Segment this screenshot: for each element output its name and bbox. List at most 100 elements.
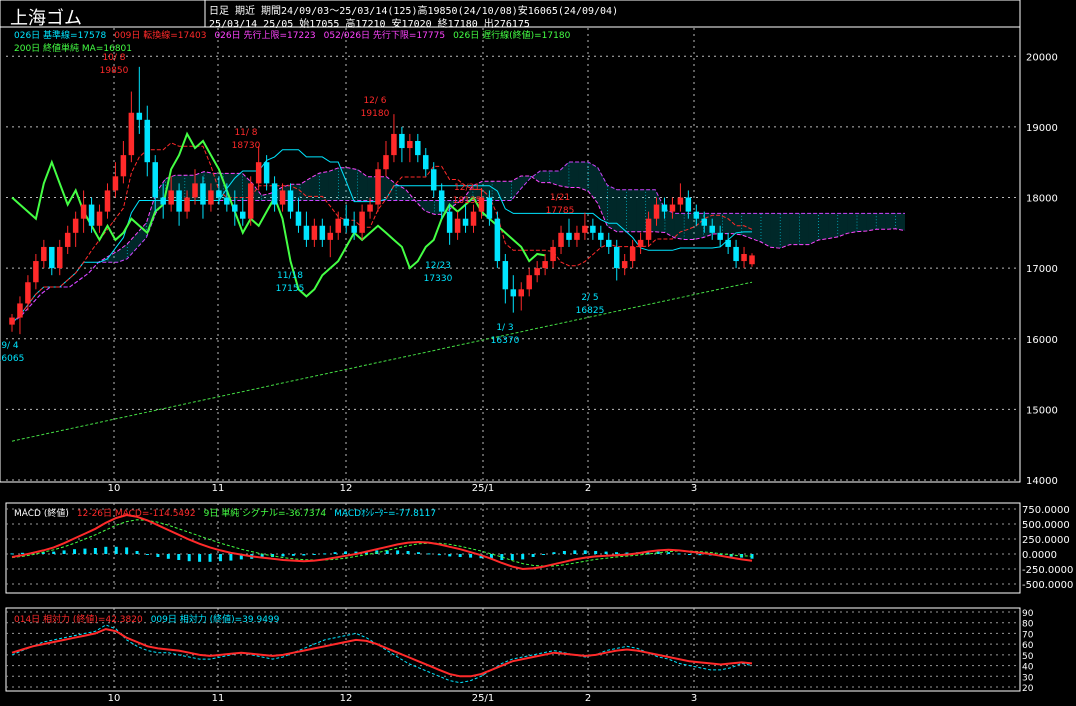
cloud-segment bbox=[770, 213, 781, 249]
ma200-line bbox=[11, 281, 753, 442]
candle-body bbox=[621, 261, 628, 269]
cloud-segment bbox=[511, 176, 521, 201]
cloud-segment bbox=[117, 244, 128, 263]
candle-body bbox=[295, 211, 302, 226]
candle-body bbox=[391, 133, 397, 156]
macd-osc-bar bbox=[125, 547, 129, 554]
macd-osc-bar bbox=[437, 554, 441, 556]
macd-osc-bar bbox=[677, 553, 681, 555]
candle-body bbox=[17, 303, 23, 318]
extreme-label-date: 1/ 3 bbox=[496, 323, 513, 333]
candle-body bbox=[407, 141, 413, 149]
legend-main-item: 026日 基準線=17578 bbox=[14, 29, 106, 41]
cloud-segment bbox=[578, 162, 589, 192]
candle-body bbox=[72, 218, 79, 233]
legend-macd-item: 9日 単純 シグナル=-36.7374 bbox=[204, 507, 327, 519]
macd-osc-bar bbox=[594, 551, 598, 554]
macd-osc-bar bbox=[667, 552, 671, 554]
candle-body bbox=[574, 232, 580, 240]
cloud-segment bbox=[261, 193, 272, 201]
macd-osc-bar bbox=[521, 554, 525, 560]
price-tick-label: 15000 bbox=[1026, 405, 1058, 416]
macd-osc-bar bbox=[583, 550, 587, 554]
macd-signal-line bbox=[11, 519, 753, 567]
chart-window: 上海ゴム 日足 期近 期間24/09/03～25/03/14(125)高1985… bbox=[0, 0, 1076, 706]
rsi9-line bbox=[11, 624, 753, 684]
macd-osc-bar bbox=[281, 554, 285, 557]
candle-body bbox=[645, 218, 652, 240]
cloud-segment bbox=[856, 213, 867, 232]
price-tick-label: 14000 bbox=[1026, 476, 1058, 487]
candle-body bbox=[550, 246, 556, 262]
candle-body bbox=[399, 133, 405, 149]
macd-osc-bar bbox=[542, 554, 546, 555]
rsi-tick-label: 70 bbox=[1022, 630, 1034, 640]
candle-body bbox=[25, 282, 31, 304]
extreme-label-value: 19850 bbox=[100, 66, 129, 76]
candle-body bbox=[112, 176, 119, 191]
macd-tick-label: 500.0000 bbox=[1022, 520, 1070, 531]
candle-body bbox=[701, 218, 708, 226]
candle-body bbox=[41, 246, 47, 262]
extreme-label-date: 9/ 4 bbox=[1, 341, 19, 351]
x-tick-label: 12 bbox=[340, 483, 353, 494]
cloud-segment bbox=[626, 189, 637, 232]
chart-canvas: 14000 15000 16000 17000 18000 19000 20000 10 10 1… bbox=[0, 0, 1073, 704]
candle-body bbox=[566, 232, 572, 240]
macd-osc-bar bbox=[302, 554, 306, 556]
macd-tick-label: -250.0000 bbox=[1022, 565, 1073, 576]
cloud-segment bbox=[616, 189, 627, 232]
macd-osc-bar bbox=[427, 553, 431, 555]
candle-body bbox=[33, 261, 39, 283]
macd-osc-bar bbox=[604, 551, 608, 554]
extreme-label-date: 12/31 bbox=[454, 183, 480, 193]
rsi-tick-label: 40 bbox=[1022, 663, 1034, 673]
rsi-tick-label: 50 bbox=[1022, 652, 1034, 662]
candle-body bbox=[669, 204, 676, 212]
cloud-segment bbox=[780, 213, 790, 249]
candle-body bbox=[351, 225, 357, 233]
candle-body bbox=[375, 169, 381, 205]
candle-body bbox=[637, 239, 644, 247]
macd-osc-bar bbox=[458, 554, 462, 557]
macd-osc-bar bbox=[73, 549, 77, 554]
candle-body bbox=[208, 190, 214, 205]
macd-osc-bar bbox=[114, 546, 118, 554]
extreme-label-date: 12/ 6 bbox=[363, 96, 386, 106]
macd-osc-bar bbox=[177, 554, 181, 560]
cloud-segment bbox=[607, 185, 617, 232]
macd-osc-bar bbox=[93, 548, 97, 554]
extreme-label-date: 11/18 bbox=[277, 271, 303, 281]
candle-body bbox=[271, 183, 278, 205]
candle-body bbox=[200, 183, 206, 205]
extreme-label-value: 17785 bbox=[546, 206, 575, 216]
extreme-label-value: 16825 bbox=[576, 306, 605, 316]
legend-main-item: 009日 転換線=17403 bbox=[114, 29, 206, 41]
cloud-segment bbox=[664, 209, 675, 238]
candle-body bbox=[239, 211, 246, 219]
extreme-label-date: 10/ 8 bbox=[102, 53, 125, 63]
candle-body bbox=[136, 112, 143, 120]
extreme-label-value: 17330 bbox=[424, 274, 453, 284]
macd-osc-bar bbox=[510, 554, 514, 560]
candle-body bbox=[247, 183, 254, 219]
rsi-tick-label: 90 bbox=[1022, 609, 1034, 619]
candle-body bbox=[709, 225, 715, 233]
legend-main-item: 200日 終値単純 MA=16801 bbox=[14, 42, 132, 54]
rsi-tick-label: 20 bbox=[1022, 684, 1034, 694]
cloud-segment bbox=[828, 213, 838, 239]
x-tick-label: 3 bbox=[691, 483, 697, 494]
candle-body bbox=[693, 211, 700, 219]
macd-osc-bar bbox=[573, 550, 577, 554]
extreme-label-value: 17155 bbox=[276, 284, 305, 294]
candle-body bbox=[343, 218, 349, 226]
cloud-segment bbox=[549, 171, 560, 186]
macd-osc-bar bbox=[229, 554, 233, 561]
candle-body bbox=[415, 141, 421, 156]
candle-body bbox=[287, 190, 294, 212]
x-tick-label: 11 bbox=[212, 693, 225, 704]
macd-osc-bar bbox=[416, 552, 420, 554]
macd-osc-bar bbox=[20, 552, 24, 554]
legend-main-item: 026日 先行上限=17223 bbox=[214, 29, 315, 41]
macd-osc-bar bbox=[145, 554, 149, 555]
